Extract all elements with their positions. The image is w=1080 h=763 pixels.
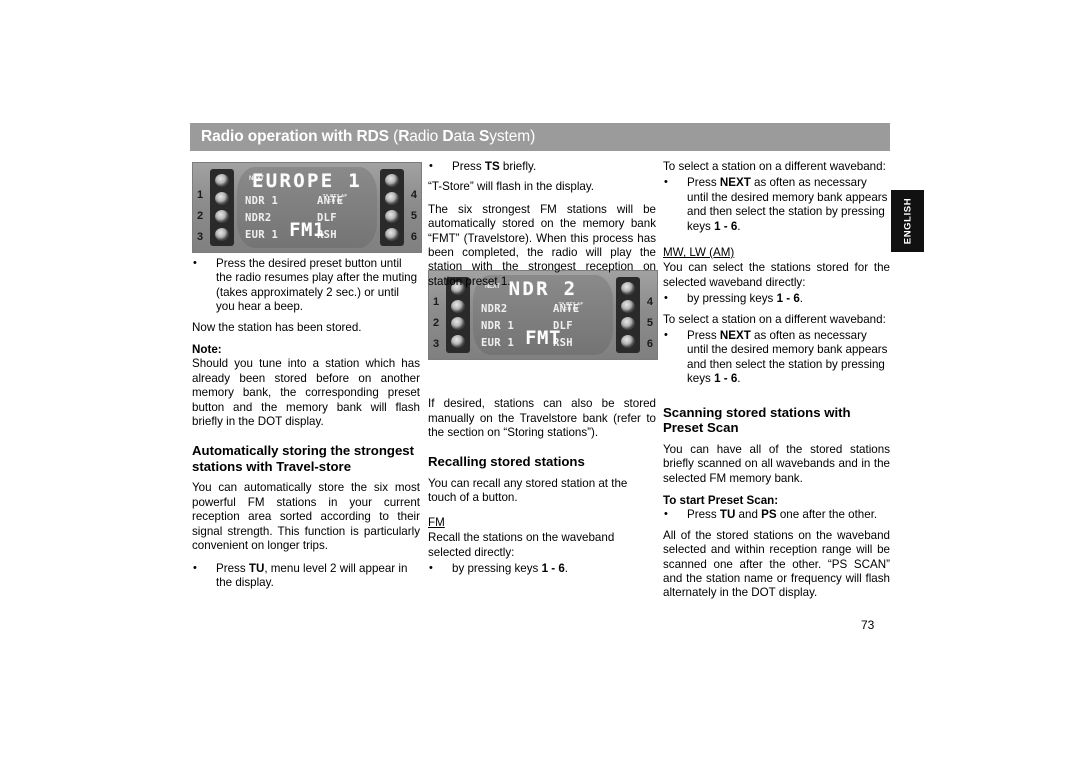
column1-bullet-list-tu: • Press TU, menu level 2 will appear in … — [192, 562, 420, 591]
column3-bullet-keys-pre: by pressing keys — [687, 292, 777, 306]
column3-subhead-mwlw: MW, LW (AM) — [663, 246, 735, 260]
column3-bullet-start-post: one after the other. — [776, 508, 878, 522]
column1-para-travelstore: You can automatically store the six most… — [192, 481, 420, 553]
column3-heading-preset-scan: Scanning stored stations with Preset Sca… — [663, 404, 851, 436]
column3-bullet-list-start: • Press TU and PS one after the other. — [663, 508, 890, 522]
column3-bullet-start-pre: Press — [687, 508, 720, 522]
bullet-icon: • — [193, 257, 197, 269]
bullet-icon: • — [429, 160, 433, 172]
list-item: • Press TU, menu level 2 will appear in … — [192, 562, 420, 591]
column2-bullet-keys-pre: by pressing keys — [452, 562, 542, 575]
column1-image-spacer — [192, 160, 420, 257]
column2-subhead-fm: FM — [428, 515, 445, 529]
column3-para-select-other-2: To select a station on a different waveb… — [663, 312, 886, 326]
column1-bullet-tu-pre: Press — [216, 561, 249, 575]
bullet-icon: • — [664, 329, 668, 342]
column2-image-spacer — [428, 297, 656, 397]
column3-bullet-keys-bold: 1 - 6 — [776, 292, 800, 306]
column1-bullet-list-preset: • Press the desired preset button until … — [192, 257, 420, 315]
text-column-2: • Press TS briefly. “T-Store” will flash… — [428, 160, 656, 582]
column3-bullet-next2-bold2: 1 - 6 — [714, 372, 738, 386]
column3-bullet-start-bold2: PS — [761, 508, 777, 522]
column3-bullet-start-bold1: TU — [719, 508, 736, 522]
column2-bullet-keys-bold: 1 - 6 — [541, 562, 565, 575]
list-item: • Press NEXT as often as necessary until… — [663, 329, 890, 387]
bullet-icon: • — [664, 292, 668, 305]
column3-subhead-start: To start Preset Scan: — [663, 493, 779, 507]
list-item: • Press NEXT as often as necessary until… — [663, 176, 890, 234]
column3-para-all-stored: All of the stored stations on the waveba… — [663, 528, 890, 600]
page-number: 73 — [861, 618, 875, 632]
column2-bullet-list-ts: • Press TS briefly. — [428, 160, 656, 174]
column3-bullet-next1-post: . — [737, 219, 741, 233]
column2-para-six-strongest: The six strongest FM stations will be au… — [428, 202, 656, 288]
column3-bullet-start-mid: and — [735, 508, 762, 522]
column3-bullet-next2-pre: Press — [687, 329, 720, 343]
column2-heading-recalling: Recalling stored stations — [428, 454, 585, 470]
column2-para-tstore: “T-Store” will flash in the display. — [428, 180, 595, 194]
column2-para-recall-direct: Recall the stations on the waveband sele… — [428, 531, 615, 559]
column1-para-stored: Now the station has been stored. — [192, 320, 362, 334]
column3-bullet-next1-pre: Press — [687, 176, 720, 190]
column3-para-select-other-1: To select a station on a different waveb… — [663, 160, 886, 173]
column1-bullet-preset-text: Press the desired preset button until th… — [216, 257, 418, 314]
column3-bullet-list-keys: • by pressing keys 1 - 6. — [663, 292, 890, 306]
column2-para-if-desired: If desired, stations can also be stored … — [428, 397, 656, 440]
column3-bullet-list-next-2: • Press NEXT as often as necessary until… — [663, 329, 890, 387]
document-page: Radio operation with RDS (Radio Data Sys… — [0, 0, 1080, 763]
column1-note-body: Should you tune into a station which has… — [192, 357, 420, 429]
list-item: • Press the desired preset button until … — [192, 257, 420, 315]
column3-para-select-stored: You can select the stations stored for t… — [663, 261, 890, 289]
column3-bullet-keys-post: . — [799, 292, 804, 306]
list-item: • by pressing keys 1 - 6. — [428, 562, 656, 576]
column3-bullet-next1-bold2: 1 - 6 — [714, 219, 738, 233]
bullet-icon: • — [429, 562, 433, 574]
column2-bullet-ts-pre: Press — [452, 160, 485, 173]
bullet-icon: • — [664, 176, 668, 189]
column1-note-heading: Note: — [192, 343, 222, 357]
column1-heading-travelstore: Automatically storing the strongest stat… — [192, 443, 415, 474]
column3-bullet-next1-bold: NEXT — [719, 176, 751, 190]
column2-bullet-list-keys: • by pressing keys 1 - 6. — [428, 562, 656, 576]
column3-bullet-next2-post: . — [737, 372, 741, 386]
page-title: Radio operation with RDS (Radio Data Sys… — [201, 128, 536, 145]
column2-bullet-ts-bold: TS — [484, 160, 500, 173]
text-column-3: To select a station on a different waveb… — [663, 160, 890, 609]
language-side-tab: ENGLISH — [891, 190, 924, 252]
column2-bullet-keys-post: . — [564, 562, 569, 575]
bullet-icon: • — [664, 508, 668, 521]
list-item: • by pressing keys 1 - 6. — [663, 292, 890, 306]
section-header-bar: Radio operation with RDS (Radio Data Sys… — [190, 123, 890, 151]
list-item: • Press TU and PS one after the other. — [663, 508, 890, 522]
bullet-icon: • — [193, 561, 197, 574]
column1-bullet-tu-bold: TU — [248, 561, 265, 575]
text-column-1: • Press the desired preset button until … — [192, 160, 420, 596]
column3-bullet-list-next-1: • Press NEXT as often as necessary until… — [663, 176, 890, 234]
column2-bullet-ts-post: briefly. — [499, 160, 537, 173]
list-item: • Press TS briefly. — [428, 160, 656, 174]
language-side-tab-label: ENGLISH — [902, 197, 913, 245]
column2-para-recall: You can recall any stored station at the… — [428, 476, 628, 505]
column3-bullet-next2-bold: NEXT — [719, 329, 751, 343]
column3-para-scan: You can have all of the stored stations … — [663, 442, 890, 485]
